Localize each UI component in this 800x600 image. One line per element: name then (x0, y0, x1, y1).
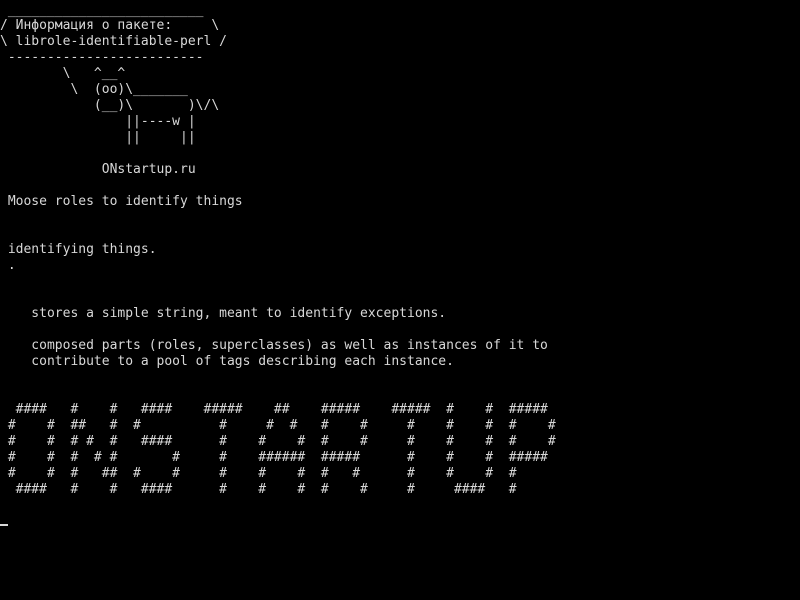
cowsay-cow-line-5: || || (0, 130, 196, 145)
cowsay-cow-line-3: (__)\ )\/\ (0, 98, 220, 113)
terminal-screen[interactable]: _________________________ / Информация о… (0, 0, 800, 600)
description-line-3: stores a simple string, meant to identif… (0, 306, 447, 321)
cowsay-top-border: _________________________ (0, 3, 204, 18)
ascii-banner-line-1: #### # # #### ##### ## ##### ##### # # #… (0, 402, 548, 417)
description-line-4: composed parts (roles, superclasses) as … (0, 338, 548, 353)
ascii-banner-line-5: # # # ## # # # # # # # # # # # (0, 466, 517, 481)
site-label: ONstartup.ru (0, 162, 196, 177)
cowsay-title-line: / Информация о пакете: \ (0, 18, 220, 33)
cowsay-cow-line-4: ||----w | (0, 114, 196, 129)
description-line-1: identifying things. (0, 242, 157, 257)
ascii-banner-line-4: # # # # # # # ###### ##### # # # ##### (0, 450, 548, 465)
package-summary: Moose roles to identify things (0, 194, 243, 209)
ascii-banner-line-2: # # ## # # # # # # # # # # # # (0, 418, 556, 433)
text-cursor (0, 524, 8, 526)
description-line-2: . (0, 258, 16, 273)
description-line-5: contribute to a pool of tags describing … (0, 354, 454, 369)
ascii-banner-line-3: # # # # # #### # # # # # # # # # # (0, 434, 556, 449)
cowsay-bottom-border: ------------------------- (0, 50, 204, 65)
cowsay-cow-line-1: \ ^__^ (0, 66, 126, 81)
cowsay-package-line: \ librole-identifiable-perl / (0, 34, 227, 49)
ascii-banner-line-6: #### # # #### # # # # # # #### # (0, 482, 517, 497)
cowsay-cow-line-2: \ (oo)\_______ (0, 82, 188, 97)
